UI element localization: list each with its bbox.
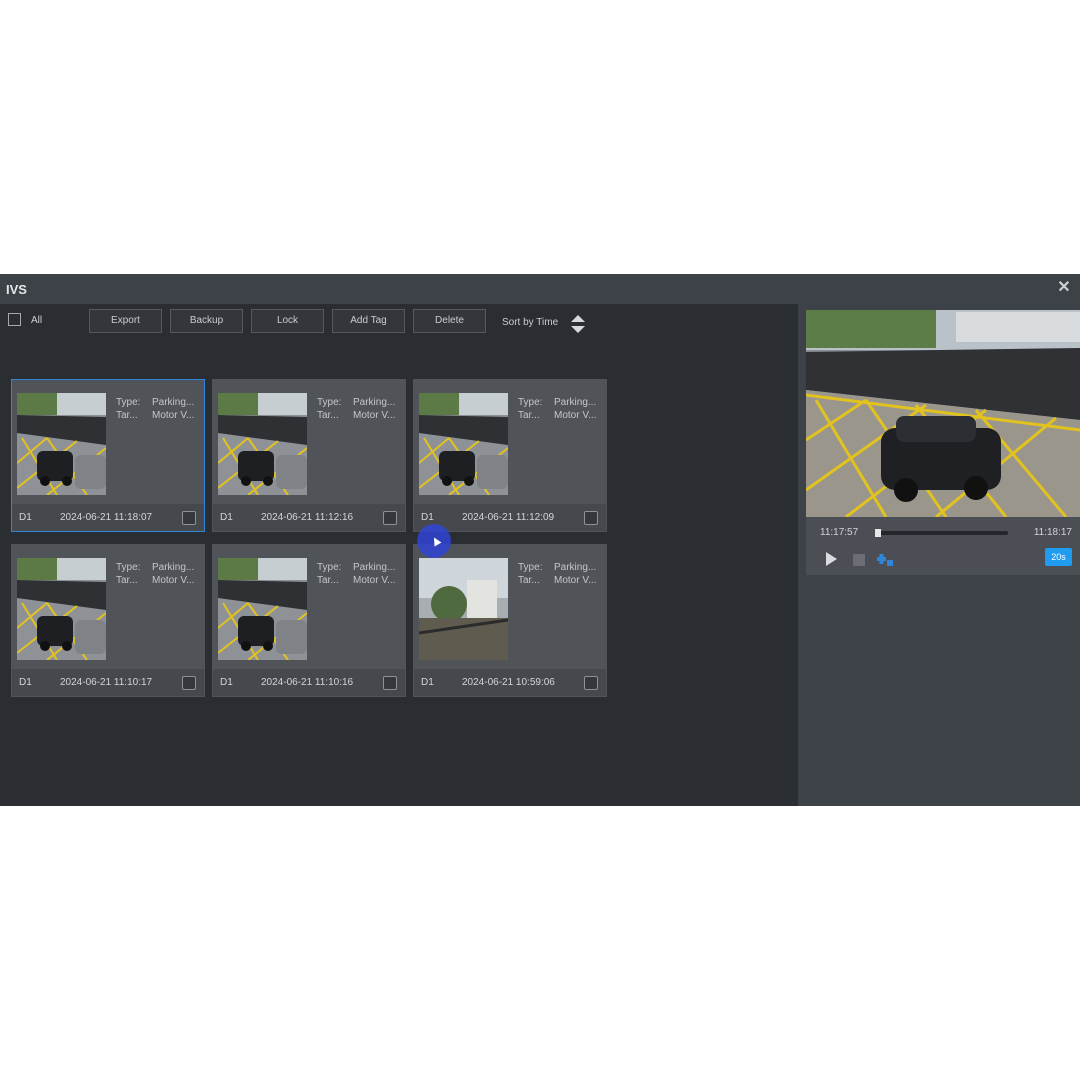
target-value: Motor V... bbox=[554, 410, 597, 421]
type-value: Parking... bbox=[152, 562, 195, 573]
event-info: Type: Parking... Tar... Motor V... bbox=[518, 396, 596, 422]
target-key: Tar... bbox=[116, 575, 138, 586]
results-panel: All Export Backup Lock Add Tag Delete So… bbox=[0, 304, 798, 806]
event-card[interactable]: Type: Parking... Tar... Motor V... D1 2024-06… bbox=[413, 544, 607, 697]
stop-icon[interactable] bbox=[853, 554, 865, 566]
type-key: Type: bbox=[317, 397, 342, 408]
event-thumbnail[interactable] bbox=[419, 393, 508, 495]
card-footer: D1 2024-06-21 11:10:17 bbox=[12, 669, 204, 696]
channel-label: D1 bbox=[19, 512, 32, 523]
sort-arrows-icon[interactable] bbox=[570, 314, 586, 334]
event-card[interactable]: Type: Parking... Tar... Motor V... D1 2024-06… bbox=[413, 379, 607, 532]
type-key: Type: bbox=[116, 562, 141, 573]
event-time: 2024-06-21 11:18:07 bbox=[60, 512, 153, 523]
card-checkbox[interactable] bbox=[383, 676, 397, 690]
end-time: 11:18:17 bbox=[1033, 527, 1072, 538]
type-key: Type: bbox=[518, 562, 543, 573]
preview-frame bbox=[806, 310, 1080, 517]
channel-label: D1 bbox=[220, 677, 233, 688]
channel-label: D1 bbox=[421, 512, 434, 523]
title-bar: IVS ✕ bbox=[0, 274, 1080, 304]
event-card[interactable]: Type: Parking... Tar... Motor V... D1 2024-06… bbox=[212, 379, 406, 532]
event-card[interactable]: Type: Parking... Tar... Motor V... D1 2024-06… bbox=[11, 544, 205, 697]
type-value: Parking... bbox=[353, 397, 396, 408]
window-title: IVS bbox=[6, 282, 27, 297]
event-info: Type: Parking... Tar... Motor V... bbox=[518, 561, 596, 587]
ivs-window: IVS ✕ All Export Backup Lock Add Tag Del… bbox=[0, 274, 1080, 806]
target-key: Tar... bbox=[518, 575, 540, 586]
event-thumbnail[interactable] bbox=[218, 558, 307, 660]
event-time: 2024-06-21 11:12:16 bbox=[261, 512, 354, 523]
type-value: Parking... bbox=[152, 397, 195, 408]
event-thumbnail[interactable] bbox=[17, 558, 106, 660]
select-all-checkbox[interactable] bbox=[8, 313, 21, 326]
start-time: 11:17:57 bbox=[820, 527, 859, 538]
video-preview[interactable] bbox=[806, 310, 1080, 517]
lock-button[interactable]: Lock bbox=[251, 309, 324, 333]
speed-button[interactable]: 20s bbox=[1045, 548, 1072, 566]
event-time: 2024-06-21 10:59:06 bbox=[462, 677, 555, 688]
card-checkbox[interactable] bbox=[182, 676, 196, 690]
event-info: Type: Parking... Tar... Motor V... bbox=[116, 561, 194, 587]
channel-label: D1 bbox=[19, 677, 32, 688]
target-key: Tar... bbox=[116, 410, 138, 421]
playback-controls: 11:17:57 11:18:17 20s bbox=[806, 517, 1080, 575]
target-value: Motor V... bbox=[554, 575, 597, 586]
event-thumbnail[interactable] bbox=[17, 393, 106, 495]
channel-label: D1 bbox=[421, 677, 434, 688]
progress-track[interactable] bbox=[875, 529, 1008, 537]
target-value: Motor V... bbox=[152, 575, 195, 586]
event-info: Type: Parking... Tar... Motor V... bbox=[317, 561, 395, 587]
event-card[interactable]: Type: Parking... Tar... Motor V... D1 2024-06… bbox=[212, 544, 406, 697]
event-time: 2024-06-21 11:10:17 bbox=[60, 677, 153, 688]
type-value: Parking... bbox=[353, 562, 396, 573]
event-info: Type: Parking... Tar... Motor V... bbox=[317, 396, 395, 422]
card-footer: D1 2024-06-21 11:12:16 bbox=[213, 504, 405, 531]
event-time: 2024-06-21 11:12:09 bbox=[462, 512, 555, 523]
preview-panel: 11:17:57 11:18:17 20s bbox=[798, 304, 1080, 806]
select-all-label: All bbox=[31, 315, 43, 326]
card-checkbox[interactable] bbox=[584, 676, 598, 690]
progress-knob[interactable] bbox=[875, 529, 881, 537]
event-card[interactable]: Type: Parking... Tar... Motor V... D1 2024-06… bbox=[11, 379, 205, 532]
clip-icon[interactable] bbox=[876, 551, 894, 567]
card-footer: D1 2024-06-21 11:18:07 bbox=[12, 504, 204, 531]
target-key: Tar... bbox=[518, 410, 540, 421]
card-checkbox[interactable] bbox=[584, 511, 598, 525]
card-checkbox[interactable] bbox=[182, 511, 196, 525]
type-key: Type: bbox=[518, 397, 543, 408]
close-icon[interactable]: ✕ bbox=[1054, 278, 1074, 298]
export-button[interactable]: Export bbox=[89, 309, 162, 333]
card-checkbox[interactable] bbox=[383, 511, 397, 525]
type-key: Type: bbox=[317, 562, 342, 573]
target-value: Motor V... bbox=[152, 410, 195, 421]
event-thumbnail[interactable] bbox=[419, 558, 508, 660]
event-time: 2024-06-21 11:10:16 bbox=[261, 677, 354, 688]
target-value: Motor V... bbox=[353, 575, 396, 586]
delete-button[interactable]: Delete bbox=[413, 309, 486, 333]
card-footer: D1 2024-06-21 11:10:16 bbox=[213, 669, 405, 696]
target-key: Tar... bbox=[317, 410, 339, 421]
target-key: Tar... bbox=[317, 575, 339, 586]
toolbar: All Export Backup Lock Add Tag Delete So… bbox=[0, 304, 798, 344]
type-value: Parking... bbox=[554, 397, 597, 408]
type-key: Type: bbox=[116, 397, 141, 408]
sort-label: Sort by Time bbox=[502, 317, 559, 328]
type-value: Parking... bbox=[554, 562, 597, 573]
add-tag-button[interactable]: Add Tag bbox=[332, 309, 405, 333]
play-icon[interactable] bbox=[826, 552, 837, 566]
card-footer: D1 2024-06-21 10:59:06 bbox=[414, 669, 606, 696]
event-info: Type: Parking... Tar... Motor V... bbox=[116, 396, 194, 422]
channel-label: D1 bbox=[220, 512, 233, 523]
backup-button[interactable]: Backup bbox=[170, 309, 243, 333]
target-value: Motor V... bbox=[353, 410, 396, 421]
event-thumbnail[interactable] bbox=[218, 393, 307, 495]
